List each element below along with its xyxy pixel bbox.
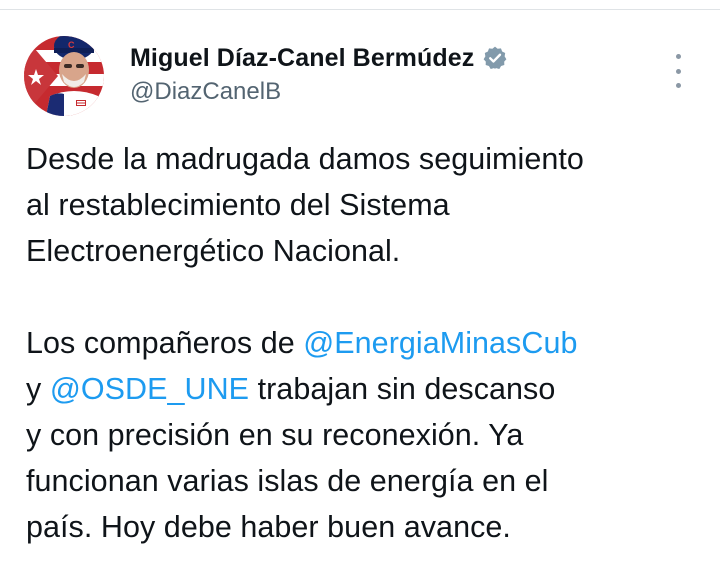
display-name[interactable]: Miguel Díaz-Canel Bermúdez (130, 44, 474, 73)
handle[interactable]: @DiazCanelB (130, 78, 281, 106)
tweet-line: país. Hoy debe haber buen avance. (26, 510, 511, 544)
tweet-line: Electroenergético Nacional. (26, 234, 401, 268)
tweet-line: Desde la madrugada damos seguimiento (26, 142, 584, 176)
vertical-ellipsis-icon (675, 54, 681, 59)
tweet-line: Los compañeros de @EnergiaMinasCub (26, 320, 706, 366)
mention-osde-une-link[interactable]: @OSDE_UNE (50, 372, 249, 406)
mention-energiaminascub-link[interactable]: @EnergiaMinasCub (303, 326, 577, 360)
svg-text:C: C (68, 40, 75, 50)
tweet-line: y con precisión en su reconexión. Ya (26, 418, 524, 452)
avatar-image: C (24, 36, 104, 116)
more-options-button[interactable] (668, 54, 688, 88)
avatar[interactable]: C (24, 36, 104, 116)
name-row: Miguel Díaz-Canel Bermúdez (130, 40, 508, 76)
tweet-text: Desde la madrugada damos seguimiento al … (26, 136, 706, 550)
tweet-line: al restablecimiento del Sistema (26, 188, 450, 222)
tweet-line: y @OSDE_UNE trabajan sin descanso (26, 366, 706, 412)
tweet-header: C Miguel Díaz-Canel Bermúdez @DiazCanelB (24, 36, 696, 118)
tweet-text-segment: y (26, 372, 50, 406)
verified-badge-icon (482, 45, 508, 71)
vertical-ellipsis-icon (675, 68, 681, 74)
tweet-text-segment: Los compañeros de (26, 326, 304, 360)
vertical-ellipsis-icon (675, 83, 681, 88)
tweet-line: funcionan varias islas de energía en el (26, 464, 549, 498)
tweet-text-segment: trabajan sin descanso (249, 372, 556, 406)
top-divider (0, 9, 720, 10)
